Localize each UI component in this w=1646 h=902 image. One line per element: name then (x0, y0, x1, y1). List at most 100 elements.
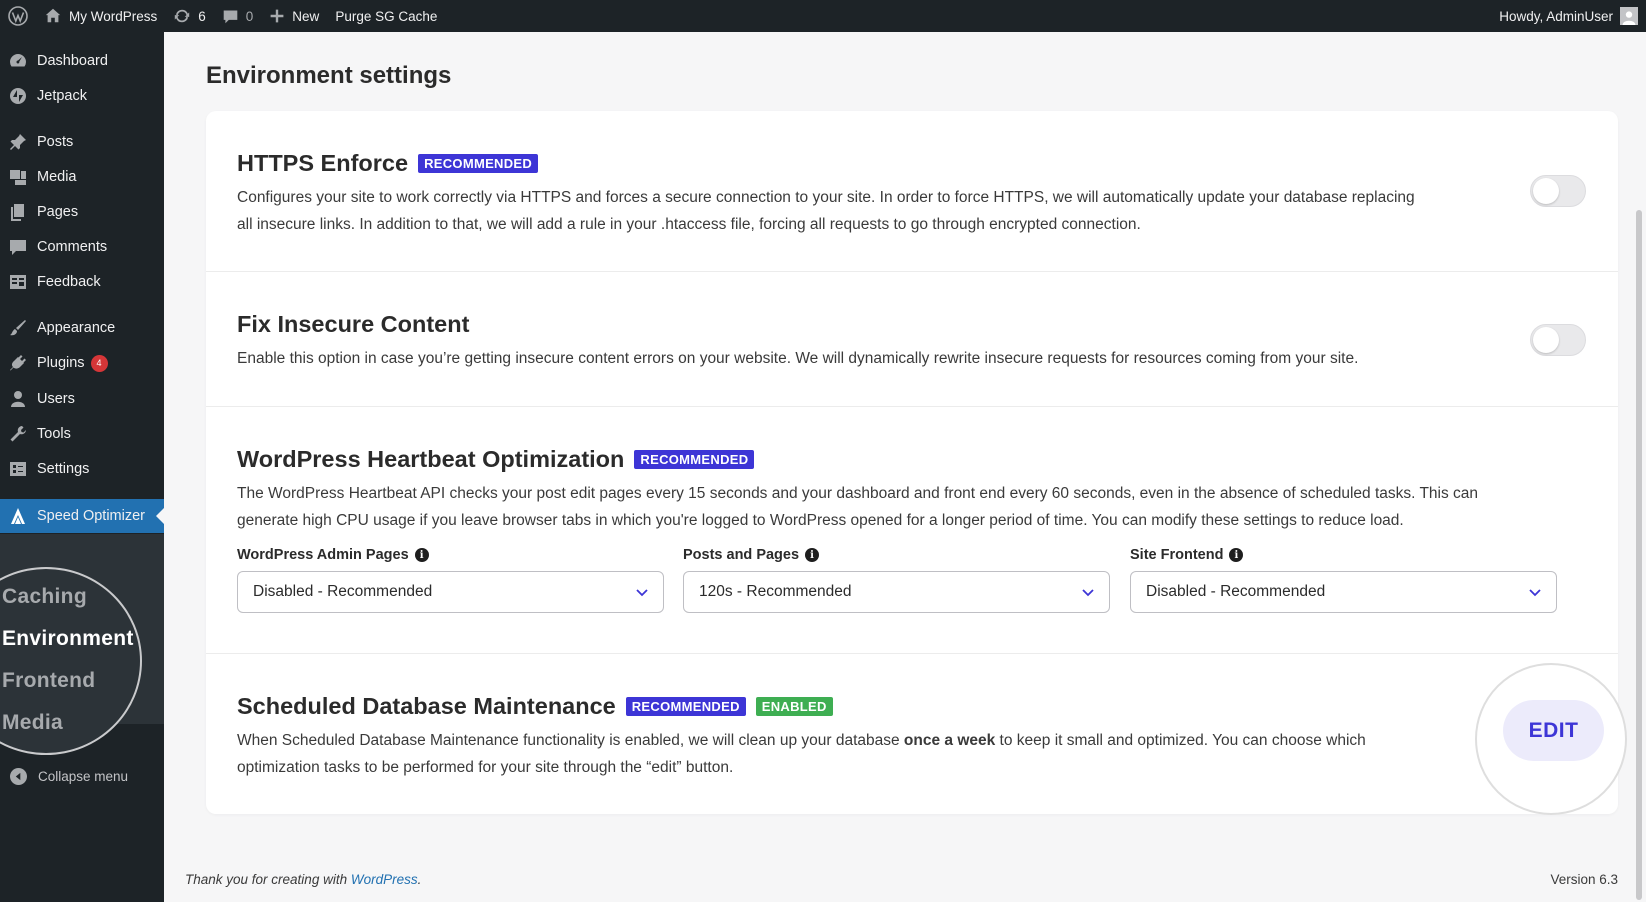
https-enforce-title: HTTPS Enforce (237, 150, 409, 176)
comments-count: 0 (245, 8, 254, 24)
plus-icon (270, 9, 284, 23)
description-line: generate high CPU usage if you leave bro… (237, 512, 1404, 529)
recommended-badge: RECOMMENDED (634, 450, 755, 469)
sidebar-item-dashboard[interactable]: Dashboard (0, 44, 164, 78)
db-maintenance-heading: Scheduled Database Maintenance RECOMMEND… (237, 693, 833, 720)
info-icon[interactable]: i (1229, 548, 1244, 562)
dashboard-icon (8, 51, 28, 71)
toggle-knob (1533, 327, 1559, 353)
footer-thanks: Thank you for creating with WordPress. (185, 872, 421, 887)
description-line: optimization tasks to be performed for y… (237, 759, 734, 776)
collapse-arrow-icon (10, 767, 27, 785)
posts-pages-select[interactable]: 120s - Recommended (683, 571, 1110, 613)
sidebar-item-settings[interactable]: Settings (0, 452, 164, 486)
field-label: Posts and Pages i (683, 545, 1110, 565)
https-enforce-toggle[interactable] (1530, 175, 1586, 207)
plugin-icon (8, 353, 28, 373)
footer-thanks-end: . (417, 872, 422, 887)
wordpress-logo-button[interactable] (0, 0, 36, 32)
https-enforce-heading: HTTPS Enforce RECOMMENDED (237, 150, 539, 177)
db-maintenance-section: Scheduled Database Maintenance RECOMMEND… (206, 654, 1618, 814)
sidebar-item-label: Users (37, 391, 75, 407)
sidebar-item-comments[interactable]: Comments (0, 230, 164, 264)
page-title: Environment settings (206, 62, 452, 89)
settings-panel: HTTPS Enforce RECOMMENDED Configures you… (206, 111, 1618, 814)
sidebar-item-label: Plugins (37, 355, 85, 371)
purge-cache-link[interactable]: Purge SG Cache (327, 0, 445, 32)
sidebar-item-tools[interactable]: Tools (0, 417, 164, 451)
account-menu[interactable]: Howdy, AdminUser (1491, 0, 1646, 32)
updates-count: 6 (198, 8, 206, 24)
sidebar-item-label: Pages (37, 204, 79, 220)
collapse-menu-button[interactable]: Collapse menu (0, 759, 164, 793)
home-icon (45, 8, 61, 23)
fix-insecure-toggle[interactable] (1530, 324, 1586, 356)
updates-icon (175, 9, 190, 23)
pin-icon (8, 132, 28, 152)
field-label-text: Site Frontend (1130, 547, 1224, 563)
admin-pages-select[interactable]: Disabled - Recommended (237, 571, 664, 613)
sidebar-item-speed-optimizer[interactable]: Speed Optimizer (0, 499, 164, 533)
db-maintenance-description: When Scheduled Database Maintenance func… (237, 727, 1366, 781)
sidebar-item-label: Jetpack (37, 88, 87, 104)
recommended-badge: RECOMMENDED (625, 697, 746, 716)
sidebar-item-feedback[interactable]: Feedback (0, 265, 164, 299)
submenu-item-environment[interactable]: Environment (2, 627, 134, 651)
chevron-down-icon (1082, 589, 1094, 597)
sidebar-item-plugins[interactable]: Plugins 4 (0, 346, 164, 380)
sidebar-item-appearance[interactable]: Appearance (0, 311, 164, 345)
fix-insecure-heading: Fix Insecure Content (237, 311, 469, 338)
purge-label: Purge SG Cache (335, 8, 438, 24)
site-frontend-field: Site Frontend i Disabled - Recommended (1130, 545, 1557, 613)
field-label: Site Frontend i (1130, 545, 1557, 565)
pages-icon (8, 202, 28, 222)
sidebar-item-posts[interactable]: Posts (0, 125, 164, 159)
chevron-down-icon (1529, 589, 1541, 597)
description-emphasis: once a week (903, 732, 996, 749)
comment-bubble-icon (223, 10, 238, 23)
page-scrollbar[interactable] (1636, 210, 1642, 900)
edit-button[interactable]: EDIT (1503, 700, 1604, 761)
site-name-link[interactable]: My WordPress (36, 0, 165, 32)
description-text: When Scheduled Database Maintenance func… (237, 732, 904, 749)
chevron-down-icon (636, 589, 648, 597)
info-icon[interactable]: i (414, 548, 429, 562)
selected-value: Disabled - Recommended (253, 583, 433, 600)
sidebar-item-label: Media (37, 169, 77, 185)
avatar-person-icon (1622, 11, 1636, 25)
sidebar-item-users[interactable]: Users (0, 382, 164, 416)
media-icon (8, 167, 28, 187)
enabled-badge: ENABLED (755, 697, 833, 716)
user-icon (8, 389, 28, 409)
heartbeat-optimization-section: WordPress Heartbeat Optimization RECOMME… (206, 407, 1618, 654)
sidebar-item-label: Settings (37, 461, 90, 477)
footer-version: Version 6.3 (1550, 872, 1618, 887)
info-icon[interactable]: i (805, 548, 820, 562)
sidebar-item-label: Appearance (37, 320, 116, 336)
admin-bar: My WordPress 6 0 New Purge SG Cache Howd… (0, 0, 1646, 32)
sidebar-item-jetpack[interactable]: Jetpack (0, 79, 164, 113)
comments-link[interactable]: 0 (214, 0, 262, 32)
sidebar-item-label: Tools (37, 426, 71, 442)
posts-pages-field: Posts and Pages i 120s - Recommended (683, 545, 1110, 613)
new-content-link[interactable]: New (261, 0, 327, 32)
submenu-item-caching[interactable]: Caching (2, 585, 87, 609)
site-frontend-select[interactable]: Disabled - Recommended (1130, 571, 1557, 613)
submenu-item-media[interactable]: Media (2, 711, 63, 735)
heartbeat-title: WordPress Heartbeat Optimization (237, 446, 625, 472)
description-text: to keep it small and optimized. You can … (995, 732, 1366, 749)
submenu-item-frontend[interactable]: Frontend (2, 669, 95, 693)
site-name: My WordPress (69, 8, 158, 24)
sidebar-item-label: Dashboard (37, 53, 108, 69)
description-line: Configures your site to work correctly v… (237, 189, 1415, 206)
fix-insecure-description: Enable this option in case you’re gettin… (237, 350, 1359, 367)
field-label: WordPress Admin Pages i (237, 545, 664, 565)
wordpress-link[interactable]: WordPress (351, 872, 418, 887)
sidebar-item-media[interactable]: Media (0, 160, 164, 194)
admin-pages-field: WordPress Admin Pages i Disabled - Recom… (237, 545, 664, 613)
wordpress-logo-icon (8, 6, 28, 26)
collapse-label: Collapse menu (38, 768, 129, 784)
updates-link[interactable]: 6 (165, 0, 214, 32)
wrench-icon (8, 424, 28, 444)
sidebar-item-pages[interactable]: Pages (0, 195, 164, 229)
